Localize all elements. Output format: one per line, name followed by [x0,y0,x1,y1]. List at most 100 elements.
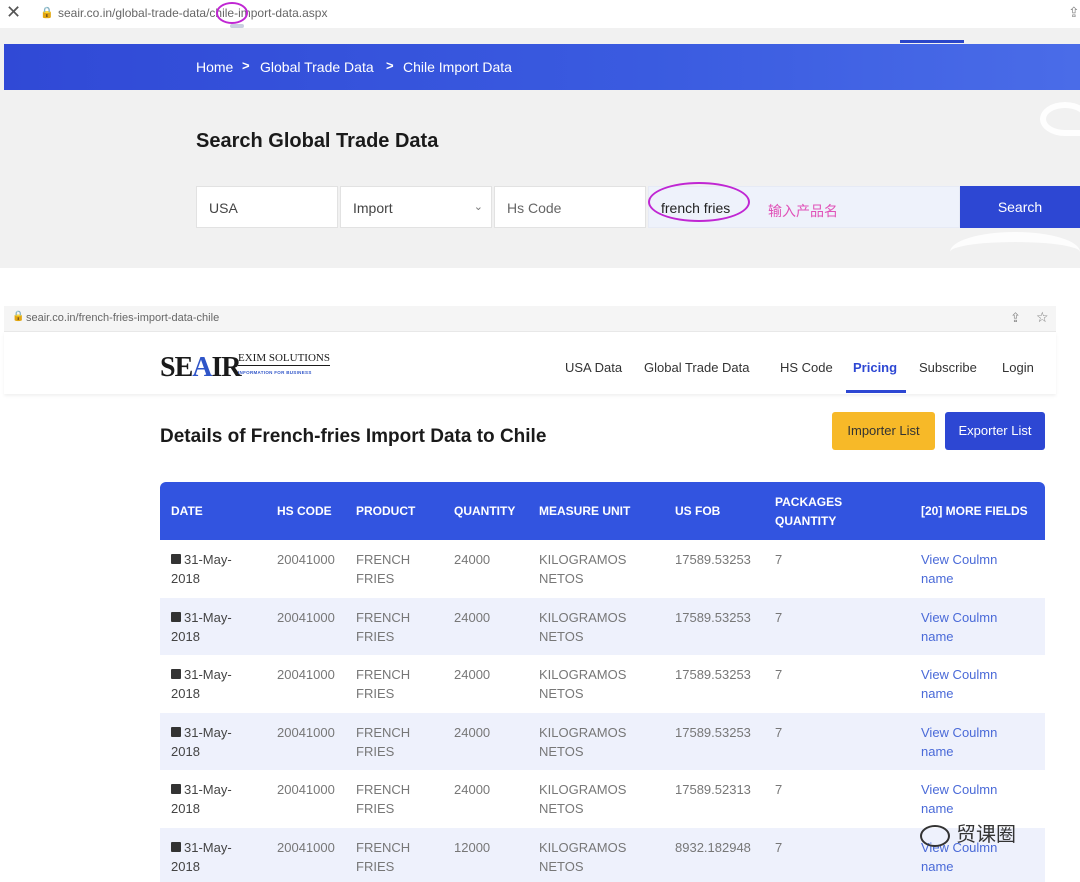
view-column-name-link[interactable]: View Coulmn name [921,665,997,703]
nav-hs-code[interactable]: HS Code [780,360,833,375]
site-navbar: SEAIR EXIM SOLUTIONS INFORMATION FOR BUS… [4,332,1056,394]
hs-code-cell: 20041000 [277,839,335,855]
trade-type-select[interactable]: Import ⌄ [340,186,492,228]
results-page-screenshot: 🔒 seair.co.in/french-fries-import-data-c… [0,306,1080,882]
product-cell: FRENCH FRIES [356,838,410,876]
breadcrumb-home[interactable]: Home [196,59,233,75]
product-cell: FRENCH FRIES [356,723,410,761]
calendar-icon [171,669,181,679]
us-fob-cell: 8932.182948 [675,839,751,855]
link-line1[interactable]: View Coulmn [921,552,997,567]
date-year: 2018 [171,743,200,759]
logo-text: IR [211,352,241,383]
lock-icon[interactable]: 🔒 [12,311,24,322]
product-line2: FRIES [356,571,395,586]
product-line2: FRIES [356,628,395,644]
share-icon[interactable]: ⇪ [1010,310,1021,326]
product-highlight-circle [648,182,750,222]
decorative-swirl [1040,102,1080,136]
view-column-name-link[interactable]: View Coulmn name [921,780,997,818]
date-text: 31-May- [184,782,232,797]
nav-login[interactable]: Login [1002,360,1034,375]
date-cell: 31-May- 2018 [171,780,232,818]
hs-code-cell: 20041000 [277,552,335,567]
unit-line2: NETOS [539,628,584,644]
link-line2[interactable]: name [921,801,954,816]
packages-cell: 7 [775,839,783,855]
unit-line2: NETOS [539,686,584,701]
share-icon[interactable]: ⇪ [1068,4,1080,21]
trade-type-value: Import [353,200,393,216]
unit-line2: NETOS [539,801,584,816]
menu-active-indicator [900,40,964,43]
table-row: 31-May- 2018 20041000 FRENCH FRIES 24000 K… [160,597,1045,655]
close-icon[interactable]: ✕ [6,2,21,23]
link-line1[interactable]: View Coulmn [921,725,997,740]
nav-subscribe[interactable]: Subscribe [919,360,977,375]
link-line2[interactable]: name [921,686,954,701]
unit-line2: NETOS [539,571,584,586]
link-line1[interactable]: View Coulmn [921,667,997,682]
site-logo[interactable]: SEAIR [160,352,242,384]
importer-list-button[interactable]: Importer List [832,412,935,450]
nav-usa-data[interactable]: USA Data [565,360,622,375]
hs-code-input[interactable]: Hs Code [494,186,646,228]
unit-line1: KILOGRAMOS [539,782,627,797]
logo-fragment [230,24,244,28]
unit-line1: KILOGRAMOS [539,609,627,625]
date-text: 31-May- [184,552,232,567]
date-text: 31-May- [184,667,232,682]
nav-global-trade-data[interactable]: Global Trade Data [644,360,750,375]
date-year: 2018 [171,571,200,586]
link-line2[interactable]: name [921,571,954,586]
measure-unit-cell: KILOGRAMOS NETOS [539,550,626,588]
date-year: 2018 [171,686,200,701]
product-cell: FRENCH FRIES [356,608,410,646]
link-line2[interactable]: name [921,859,954,874]
watermark: 贸课圈 [920,818,1016,847]
nav-active-underline [846,390,906,393]
table-row: 31-May- 2018 20041000 FRENCH FRIES 24000 K… [160,655,1045,713]
packages-cell: 7 [775,724,783,740]
link-line1[interactable]: View Coulmn [921,782,997,797]
logo-tagline: INFORMATION FOR BUSINESS [238,370,312,375]
search-page-screenshot: ✕ 🔒 seair.co.in/global-trade-data/chile-… [0,0,1080,268]
measure-unit-cell: KILOGRAMOS NETOS [539,780,626,818]
quantity-cell: 24000 [454,782,491,797]
date-cell: 31-May- 2018 [171,723,232,761]
link-line2[interactable]: name [921,744,954,759]
us-fob-cell: 17589.53253 [675,667,751,682]
header-hs-code: HS CODE [277,504,332,518]
date-cell: 31-May- 2018 [171,608,232,646]
view-column-name-link[interactable]: View Coulmn name [921,550,997,588]
hs-code-cell: 20041000 [277,667,335,682]
product-cell: FRENCH FRIES [356,550,410,588]
calendar-icon [171,554,181,564]
chevron-down-icon: ⌄ [473,201,483,213]
view-column-name-link[interactable]: View Coulmn name [921,723,997,761]
header-more-fields: [20] MORE FIELDS [921,504,1028,518]
url-text[interactable]: seair.co.in/french-fries-import-data-chi… [26,312,219,324]
breadcrumb-global-trade-data[interactable]: Global Trade Data [260,59,374,75]
link-line1[interactable]: View Coulmn [921,610,997,625]
breadcrumb: Home > Global Trade Data > Chile Import … [4,44,1080,90]
star-icon[interactable]: ☆ [1036,309,1049,326]
country-input[interactable]: USA [196,186,338,228]
calendar-icon [171,784,181,794]
product-line1: FRENCH [356,839,411,855]
nav-pricing[interactable]: Pricing [853,360,897,375]
exporter-list-button[interactable]: Exporter List [945,412,1045,450]
url-text[interactable]: seair.co.in/global-trade-data/chile-impo… [58,6,327,20]
header-product: PRODUCT [356,504,416,518]
view-column-name-link[interactable]: View Coulmn name [921,608,997,646]
measure-unit-cell: KILOGRAMOS NETOS [539,665,626,703]
quantity-cell: 12000 [454,839,491,855]
packages-cell: 7 [775,552,783,567]
lock-icon[interactable]: 🔒 [40,6,54,19]
product-line2: FRIES [356,686,395,701]
search-title: Search Global Trade Data [196,130,439,152]
breadcrumb-chile-import-data: Chile Import Data [403,59,512,75]
search-button[interactable]: Search [960,186,1080,228]
product-line2: FRIES [356,743,395,759]
link-line2[interactable]: name [921,629,954,644]
